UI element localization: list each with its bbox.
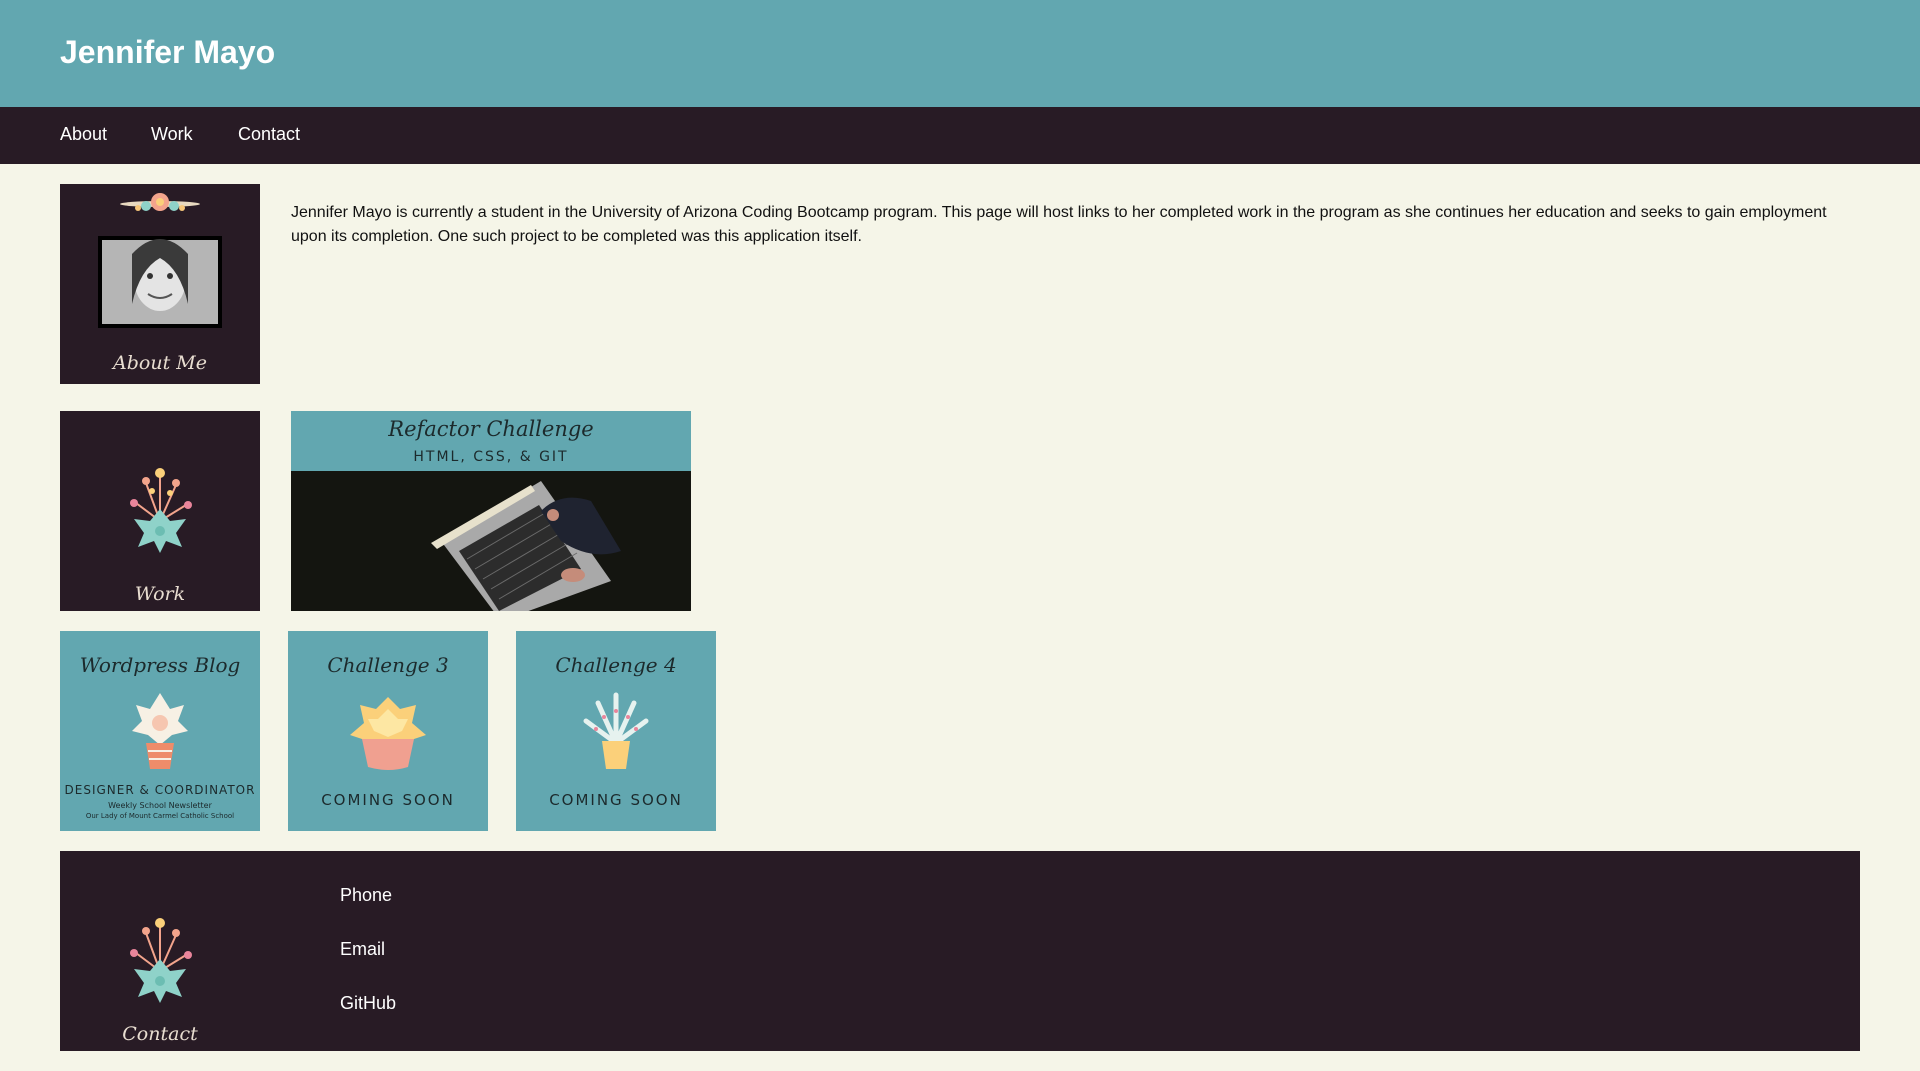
wordpress-blog-line3: Our Lady of Mount Carmel Catholic School xyxy=(85,812,235,820)
nav-link-work[interactable]: Work xyxy=(151,124,193,145)
wordpress-blog-line2: Weekly School Newsletter xyxy=(108,801,212,810)
contact-tile[interactable]: Contact xyxy=(60,851,260,1051)
wordpress-blog-role: DESIGNER & COORDINATOR xyxy=(64,783,256,797)
challenge-3-status: COMING SOON xyxy=(321,791,455,809)
nav-link-contact[interactable]: Contact xyxy=(238,124,300,145)
challenge-4-card[interactable]: Challenge 4 COMING SOON xyxy=(516,631,716,831)
challenge-4-status: COMING SOON xyxy=(549,791,683,809)
about-text: Jennifer Mayo is currently a student in … xyxy=(291,204,1827,245)
work-caption: Work xyxy=(134,583,186,605)
succulent-bouquet-icon xyxy=(130,918,192,1003)
challenge-3-card[interactable]: Challenge 3 COMING SOON xyxy=(288,631,488,831)
site-title: Jennifer Mayo xyxy=(60,34,276,70)
contact-caption: Contact xyxy=(122,1023,198,1045)
succulent-bouquet-icon xyxy=(130,468,192,553)
nav-link-about[interactable]: About xyxy=(60,124,107,145)
site-footer: Contact Phone Email GitHub xyxy=(60,851,1860,1051)
work-tile[interactable]: Work xyxy=(60,411,260,611)
site-header: Jennifer Mayo xyxy=(0,0,1920,107)
refactor-subtitle: HTML, CSS, & GIT xyxy=(413,449,569,465)
refactor-challenge-card[interactable]: Refactor Challenge HTML, CSS, & GIT xyxy=(291,411,691,611)
about-me-caption: About Me xyxy=(113,352,207,374)
wordpress-blog-card[interactable]: Wordpress Blog DESIGNER & COORDINATOR We… xyxy=(60,631,260,831)
laptop-photo xyxy=(291,471,691,611)
footer-link-email[interactable]: Email xyxy=(340,939,385,960)
refactor-title: Refactor Challenge xyxy=(388,417,594,441)
main-nav: About Work Contact xyxy=(0,107,1920,164)
footer-link-phone[interactable]: Phone xyxy=(340,885,392,906)
footer-link-github[interactable]: GitHub xyxy=(340,993,396,1014)
about-me-tile[interactable]: About Me xyxy=(60,184,260,384)
